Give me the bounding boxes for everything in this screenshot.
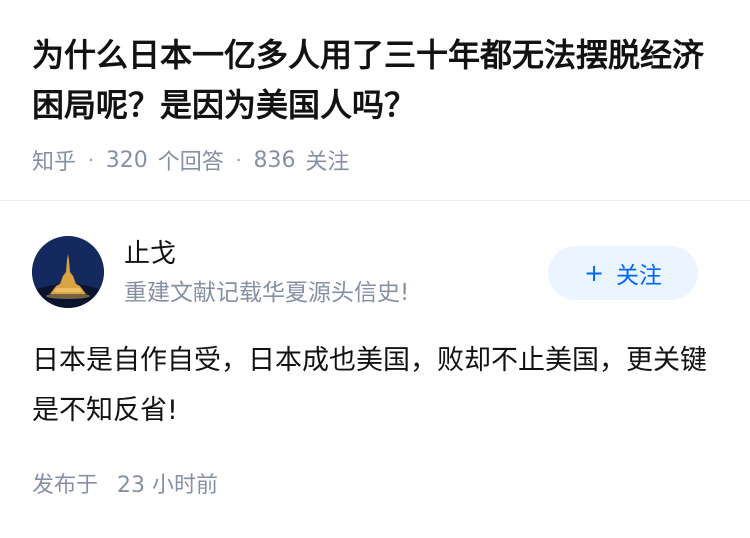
plus-icon: + [583, 259, 605, 287]
question-title[interactable]: 为什么日本一亿多人用了三十年都无法摆脱经济困局呢？是因为美国人吗？ [32, 30, 722, 130]
answer-page: 为什么日本一亿多人用了三十年都无法摆脱经济困局呢？是因为美国人吗？ 知乎 · 3… [0, 0, 750, 538]
author-bio: 重建文献记载华夏源头信史! [124, 280, 410, 306]
publish-value: 23 小时前 [117, 473, 219, 498]
answer-count: 320 [105, 147, 148, 173]
answer-content: 日本是自作自受，日本成也美国，败却不止美国，更关键是不知反省! [32, 345, 707, 426]
night-castle-avatar-icon [32, 236, 104, 308]
meta-separator: · [235, 149, 242, 171]
source-label[interactable]: 知乎 [32, 144, 76, 176]
follower-count: 836 [253, 147, 296, 173]
publish-time: 发布于 23 小时前 [32, 470, 218, 502]
author-name[interactable]: 止戈 [124, 236, 176, 272]
follower-count-label: 关注 [305, 150, 350, 175]
publish-label: 发布于 [32, 473, 99, 498]
follow-button[interactable]: + 关注 [548, 246, 698, 300]
follow-button-label: 关注 [616, 263, 663, 289]
question-meta: 知乎 · 320 个回答 · 836 关注 [32, 144, 350, 176]
section-divider [0, 200, 750, 201]
avatar[interactable] [32, 236, 104, 308]
meta-separator: · [88, 149, 94, 171]
answer-count-label: 个回答 [157, 150, 224, 175]
